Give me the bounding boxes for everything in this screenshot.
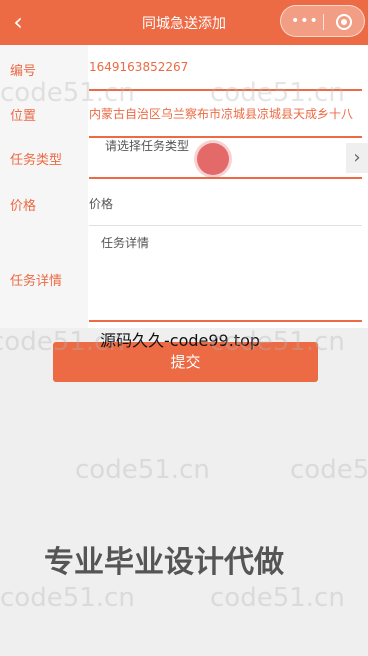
detail-label: 任务详情 [10,274,63,289]
location-field[interactable]: 内蒙古自治区乌兰察布市凉城县凉城县天成乡十八 [89,105,362,138]
detail-textarea[interactable]: 任务详情 [89,225,362,322]
id-label: 编号 [10,64,37,79]
more-menu-icon[interactable]: ••• [291,14,319,28]
watermark: code51.cn [0,327,125,357]
watermark: code51.cn [75,455,210,485]
watermark: code51.cn [290,455,368,485]
banner-text: 专业毕业设计代做 [44,545,284,577]
nav-bar: ‹ 同城急送添加 ••• [0,0,368,45]
capsule-divider [323,14,324,30]
touch-indicator [197,143,229,175]
chevron-right-icon[interactable]: › [346,143,368,173]
price-input[interactable]: 价格 [89,195,362,225]
close-miniprogram-icon[interactable] [336,14,352,30]
watermark: code51.cn [210,583,345,613]
watermark: code51.cn [210,78,345,108]
task-type-label: 任务类型 [10,153,63,168]
watermark: code51.cn [0,583,135,613]
watermark: code51.cn [0,78,135,108]
price-label: 价格 [10,199,37,214]
mini-program-capsule: ••• [280,5,365,37]
promo-banner: ! 专业毕业设计代做 [0,537,368,577]
watermark: code51.cn [210,327,345,357]
detail-placeholder: 任务详情 [101,236,150,250]
